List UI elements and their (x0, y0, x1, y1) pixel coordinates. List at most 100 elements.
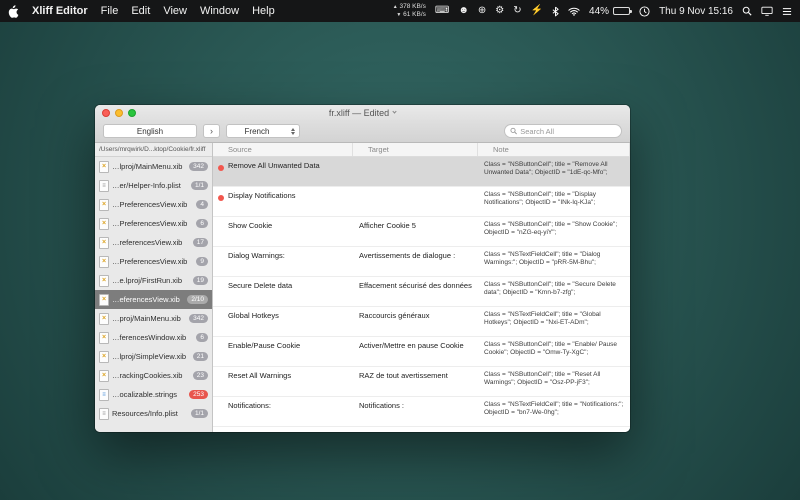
titlebar[interactable]: fr.xliff — Edited (95, 105, 630, 120)
close-button[interactable] (102, 109, 110, 117)
sidebar-file-item[interactable]: ≡ …er/Helper-Info.plist 1/1 (95, 176, 212, 195)
app-menu-title[interactable]: Xliff Editor (32, 5, 88, 17)
menu-file[interactable]: File (101, 5, 119, 17)
clock-icon-slot (639, 6, 650, 17)
sidebar-file-item[interactable]: × …PreferencesView.xib 4 (95, 195, 212, 214)
target-cell[interactable]: Notifications : (353, 397, 478, 426)
menu-window[interactable]: Window (200, 5, 239, 17)
notification-center-icon[interactable] (782, 7, 792, 16)
menu-edit[interactable]: Edit (131, 5, 150, 17)
sidebar-file-label: …er/Helper-Info.plist (112, 181, 188, 190)
sidebar-count-badge: 4 (196, 200, 208, 209)
sidebar-file-item[interactable]: × …lproj/MainMenu.xib 342 (95, 157, 212, 176)
apple-menu-icon[interactable] (8, 5, 19, 18)
xib-file-icon: × (99, 161, 109, 173)
sidebar-count-badge: 342 (189, 314, 208, 323)
table-row[interactable]: Dialog Warnings: Avertissements de dialo… (213, 247, 630, 277)
note-cell: Class = "NSButtonCell"; title = "Secure … (478, 277, 630, 306)
target-cell[interactable]: Raccourcis généraux (353, 307, 478, 336)
gear-icon[interactable]: ⚙ (495, 6, 504, 16)
zoom-button[interactable] (128, 109, 136, 117)
menubar-menus: File Edit View Window Help (101, 5, 275, 17)
xib-file-icon: × (99, 351, 109, 363)
source-cell: Global Hotkeys (213, 307, 353, 336)
menubar-clock[interactable]: Thu 9 Nov 15:16 (659, 6, 733, 17)
untranslated-dot-icon (218, 195, 224, 201)
sync-icon[interactable]: ↻ (513, 6, 521, 16)
table-row[interactable]: Show Cookie Afficher Cookie 5 Class = "N… (213, 217, 630, 247)
proxy-chevron-icon[interactable] (393, 109, 397, 113)
sidebar-file-item[interactable]: × …proj/MainMenu.xib 342 (95, 309, 212, 328)
sidebar-count-badge: 1/1 (191, 181, 208, 190)
sidebar-file-label: …rackingCookies.xib (112, 371, 190, 380)
battery-percent-label: 44% (589, 6, 609, 17)
bolt-icon[interactable]: ⚡ (531, 6, 543, 16)
target-cell[interactable]: Activer/Mettre en pause Cookie (353, 337, 478, 366)
sidebar-count-badge: 9 (196, 257, 208, 266)
sidebar-count-badge: 21 (193, 352, 208, 361)
toolbar: English › French (95, 120, 630, 143)
sidebar-file-item[interactable]: ≡ Resources/Info.plist 1/1 (95, 404, 212, 423)
target-cell[interactable]: Effacement sécurisé des données (353, 277, 478, 306)
sidebar-count-badge: 19 (193, 276, 208, 285)
network-throughput-indicator[interactable]: ▲ 378 KB/s ▼ 61 KB/s (393, 3, 426, 19)
sidebar-file-item[interactable]: × …PreferencesView.xib 9 (95, 252, 212, 271)
table-row[interactable]: Notifications: Notifications : Class = "… (213, 397, 630, 427)
minimize-button[interactable] (115, 109, 123, 117)
sidebar-file-item[interactable]: × …rackingCookies.xib 23 (95, 366, 212, 385)
globe-icon[interactable]: ⊕ (478, 6, 486, 16)
keyboard-icon[interactable]: ⌨ (435, 6, 449, 16)
table-row[interactable]: Global Hotkeys Raccourcis généraux Class… (213, 307, 630, 337)
table-row[interactable]: Enable/Pause Cookie Activer/Mettre en pa… (213, 337, 630, 367)
source-cell: Display Notifications (213, 187, 353, 216)
target-cell[interactable]: RAZ de tout avertissement (353, 367, 478, 396)
next-arrow-button[interactable]: › (203, 124, 220, 138)
xib-file-icon: × (99, 332, 109, 344)
wifi-icon[interactable] (568, 7, 580, 16)
table-row[interactable]: Reset All Warnings RAZ de tout avertisse… (213, 367, 630, 397)
search-input[interactable] (520, 127, 616, 136)
menu-help[interactable]: Help (252, 5, 275, 17)
menu-view[interactable]: View (163, 5, 187, 17)
user-icon[interactable]: ☻ (458, 6, 469, 16)
target-cell[interactable]: Afficher Cookie 5 (353, 217, 478, 246)
column-header-note[interactable]: Note (478, 143, 630, 156)
sidebar-file-label: Resources/Info.plist (112, 409, 188, 418)
menu-bar: Xliff Editor File Edit View Window Help ▲ 37… (0, 0, 800, 22)
sidebar-file-label: …proj/MainMenu.xib (112, 314, 186, 323)
search-field[interactable] (504, 124, 622, 138)
target-cell[interactable]: Avertissements de dialogue : (353, 247, 478, 276)
sidebar-file-item[interactable]: × …referencesView.xib 17 (95, 233, 212, 252)
source-language-button[interactable]: English (103, 124, 197, 138)
sidebar-file-item[interactable]: ≡ …ocalizable.strings 253 (95, 385, 212, 404)
target-cell[interactable] (353, 187, 478, 216)
sidebar-file-label: …PreferencesView.xib (112, 219, 193, 228)
table-row[interactable]: Secure Delete data Effacement sécurisé d… (213, 277, 630, 307)
table-row[interactable]: Display Notifications Class = "NSButtonC… (213, 187, 630, 217)
battery-indicator[interactable]: 44% (589, 6, 630, 17)
clock-icon[interactable] (639, 6, 650, 17)
sidebar-file-item[interactable]: × …e.lproj/FirstRun.xib 19 (95, 271, 212, 290)
sidebar-file-item[interactable]: × …lproj/SimpleView.xib 21 (95, 347, 212, 366)
translation-table: SourceTargetNote Remove All Unwanted Dat… (213, 143, 630, 432)
sidebar-file-item[interactable]: × …eferencesView.xib 2/10 (95, 290, 212, 309)
sidebar-file-label: …lproj/SimpleView.xib (112, 352, 190, 361)
desktop-wallpaper[interactable]: Xliff Editor File Edit View Window Help ▲ 37… (0, 0, 800, 500)
target-cell[interactable] (353, 157, 478, 186)
menubar-status-icons: ⌨ ☻ ⊕ ⚙ ↻ ⚡ (435, 6, 580, 17)
column-header-target[interactable]: Target (353, 143, 478, 156)
sidebar-count-badge: 253 (189, 390, 208, 399)
source-cell: Dialog Warnings: (213, 247, 353, 276)
display-icon[interactable] (761, 6, 773, 16)
table-row[interactable]: Remove All Unwanted Data Class = "NSButt… (213, 157, 630, 187)
strings-file-icon: ≡ (99, 389, 109, 401)
sidebar-file-item[interactable]: × …ferencesWindow.xib 6 (95, 328, 212, 347)
bluetooth-icon[interactable] (552, 6, 559, 17)
sidebar-count-badge: 342 (189, 162, 208, 171)
spotlight-icon[interactable] (742, 6, 752, 16)
column-header-source[interactable]: Source (213, 143, 353, 156)
sidebar-file-item[interactable]: × …PreferencesView.xib 6 (95, 214, 212, 233)
xib-file-icon: × (99, 256, 109, 268)
window-title: fr.xliff — Edited (329, 108, 396, 118)
target-language-popup[interactable]: French (226, 124, 300, 138)
